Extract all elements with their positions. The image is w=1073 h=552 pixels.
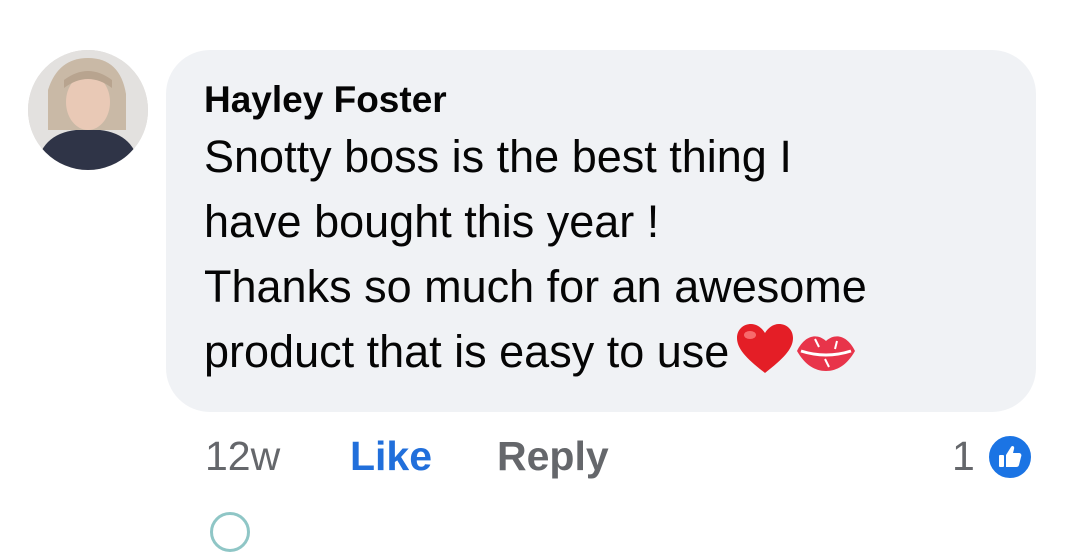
red-heart-emoji — [737, 324, 794, 373]
comment-line-text: product that is easy to use — [204, 326, 730, 377]
like-reaction-icon[interactable] — [987, 434, 1033, 480]
comment-line: Thanks so much for an awesome — [204, 261, 867, 312]
comment-text: Snotty boss is the best thing I have bou… — [204, 124, 998, 392]
comment-line: Snotty boss is the best thing I — [204, 131, 792, 182]
comment-actions: 12w Like Reply 1 — [0, 430, 1073, 490]
like-button[interactable]: Like — [350, 430, 432, 482]
comment-author[interactable]: Hayley Foster — [204, 78, 998, 124]
comment-line-with-emoji: product that is easy to use — [204, 319, 998, 392]
reaction-count[interactable]: 1 — [952, 430, 975, 482]
thumbs-up-icon — [999, 445, 1022, 467]
comment-timestamp[interactable]: 12w — [205, 430, 280, 482]
author-avatar[interactable] — [28, 50, 148, 170]
kiss-mark-emoji — [797, 336, 856, 371]
comment-bubble: Hayley Foster Snotty boss is the best th… — [166, 50, 1036, 412]
next-comment-avatar[interactable] — [210, 512, 250, 552]
reply-button[interactable]: Reply — [497, 430, 609, 482]
comment-line: have bought this year ! — [204, 196, 660, 247]
emoji-group — [735, 323, 857, 392]
